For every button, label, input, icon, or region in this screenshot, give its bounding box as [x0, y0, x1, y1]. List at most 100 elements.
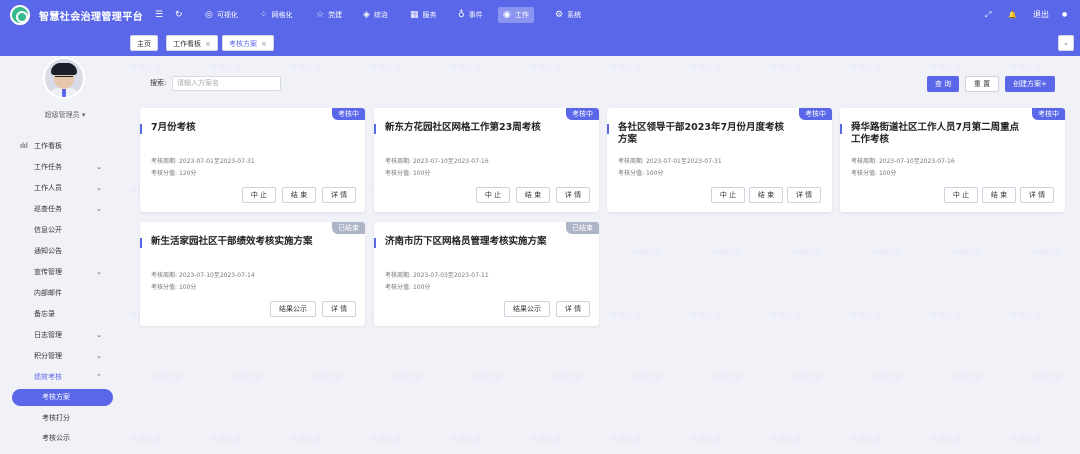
card-score: 考核分值: 100分	[151, 282, 196, 291]
sidebar-item-info-public[interactable]: 信息公开	[0, 220, 130, 240]
close-icon[interactable]: ×	[261, 40, 267, 48]
nav-party[interactable]: ☆ 党建	[311, 7, 347, 23]
score-value: 100分	[645, 170, 664, 177]
watermark-text: 齐普信息	[610, 311, 642, 320]
query-button[interactable]: 查 询	[927, 76, 959, 92]
stop-button[interactable]: 中 止	[242, 187, 276, 203]
user-avatar[interactable]	[43, 57, 85, 99]
sidebar-item-memo[interactable]: 备忘录	[0, 304, 130, 324]
details-button[interactable]: 详 情	[787, 187, 821, 203]
sidebar-item-notices[interactable]: 通知公告	[0, 241, 130, 261]
sidebar-item-work-board[interactable]: ılıl 工作看板	[0, 136, 130, 156]
nav-grid[interactable]: ⁘ 网格化	[255, 7, 298, 23]
finish-button[interactable]: 结 束	[516, 187, 550, 203]
location-icon: ♁	[458, 10, 465, 20]
nav-events[interactable]: ♁ 事件	[453, 7, 488, 23]
sidebar-item-work-tasks[interactable]: 工作任务 ⌄	[0, 157, 130, 177]
stop-button[interactable]: 中 止	[711, 187, 745, 203]
watermark-text: 齐普信息	[950, 373, 982, 382]
stop-button[interactable]: 中 止	[944, 187, 978, 203]
sidebar-item-publicity[interactable]: 宣传管理 ⌄	[0, 262, 130, 282]
nav-label: 系统	[567, 11, 582, 19]
watermark-text: 齐普信息	[530, 435, 562, 444]
user-menu-icon[interactable]: ●	[1062, 9, 1067, 21]
stop-button[interactable]: 中 止	[476, 187, 510, 203]
period-value: 2023-07-01至2023-07-31	[178, 158, 255, 165]
card-score: 考核分值: 100分	[385, 282, 430, 291]
sidebar-item-assessment-publicity[interactable]: 考核公示	[0, 428, 130, 448]
plan-card: 考核中 新东方花园社区网格工作第23周考核 考核周期: 2023-07-10至2…	[374, 108, 599, 212]
score-value: 120分	[178, 170, 197, 177]
tab-assessment-plan[interactable]: 考核方案 ×	[222, 35, 274, 51]
card-title: 舜华路街道社区工作人员7月第二周重点工作考核	[851, 122, 1020, 145]
sidebar-item-internal-mail[interactable]: 内部邮件	[0, 283, 130, 303]
watermark-text: 齐普信息	[690, 311, 722, 320]
nav-governance[interactable]: ◈ 综治	[358, 7, 393, 23]
sidebar-item-logs[interactable]: 日志管理 ⌄	[0, 325, 130, 345]
user-name[interactable]: 超级管理员 ▾	[0, 110, 130, 120]
details-button[interactable]: 详 情	[556, 187, 590, 203]
refresh-icon[interactable]: ↻	[175, 9, 183, 21]
sidebar-item-performance[interactable]: 绩效考核 ⌃	[0, 367, 130, 387]
sidebar-item-assessment-plan[interactable]: 考核方案	[12, 389, 113, 406]
sidebar-item-points[interactable]: 积分管理 ⌄	[0, 346, 130, 366]
finish-button[interactable]: 结 束	[982, 187, 1016, 203]
menu-toggle-icon[interactable]: ☰	[155, 9, 163, 21]
sidebar-item-label: 积分管理	[34, 352, 62, 360]
status-badge: 考核中	[332, 108, 365, 120]
details-button[interactable]: 详 情	[1020, 187, 1054, 203]
card-accent-bar	[840, 124, 842, 134]
create-plan-button[interactable]: 创建方案+	[1005, 76, 1055, 92]
sidebar-item-patrol[interactable]: 巡查任务 ⌄	[0, 199, 130, 219]
finish-button[interactable]: 结 束	[282, 187, 316, 203]
nav-service[interactable]: ▦ 服务	[405, 7, 442, 23]
search-input[interactable]: 请输入方案名	[172, 76, 281, 91]
watermark-text: 齐普信息	[790, 249, 822, 258]
details-button[interactable]: 详 情	[556, 301, 590, 317]
dashboard-icon: ◎	[205, 10, 213, 20]
watermark-text: 齐普信息	[950, 249, 982, 258]
sidebar-item-staff[interactable]: 工作人员 ⌄	[0, 178, 130, 198]
reset-button[interactable]: 重 置	[965, 76, 999, 92]
nav-system[interactable]: ⚙ 系统	[550, 7, 586, 23]
tabs-dropdown-button[interactable]: ⌄	[1058, 35, 1074, 51]
sidebar-item-label: 信息公开	[34, 226, 62, 234]
tab-home[interactable]: 主页	[130, 35, 158, 51]
card-period: 考核周期: 2023-07-03至2023-07-11	[385, 270, 489, 279]
watermark-text: 齐普信息	[690, 435, 722, 444]
nav-work[interactable]: ◉ 工作	[498, 7, 534, 23]
finish-button[interactable]: 结 束	[749, 187, 783, 203]
logout-link[interactable]: 退出	[1033, 9, 1049, 21]
fullscreen-icon[interactable]: ⤢	[985, 9, 991, 21]
sidebar-item-label: 绩效考核	[34, 373, 62, 381]
nav-visualization[interactable]: ◎ 可视化	[200, 7, 243, 23]
publish-result-button[interactable]: 结果公示	[504, 301, 550, 317]
card-accent-bar	[374, 238, 376, 248]
status-badge: 已结束	[332, 222, 365, 234]
card-title: 7月份考核	[151, 122, 196, 133]
details-button[interactable]: 详 情	[322, 187, 356, 203]
close-icon[interactable]: ×	[205, 40, 211, 48]
watermark-text: 齐普信息	[150, 373, 182, 382]
shield-icon: ◈	[363, 10, 370, 20]
publish-result-button[interactable]: 结果公示	[270, 301, 316, 317]
nav-label: 网格化	[271, 11, 293, 19]
nav-label: 综治	[373, 11, 388, 19]
settings-icon: ⚙	[555, 10, 564, 20]
plan-card: 考核中 舜华路街道社区工作人员7月第二周重点工作考核 考核周期: 2023-07…	[840, 108, 1065, 212]
plan-card: 已结束 济南市历下区网格员管理考核实施方案 考核周期: 2023-07-03至2…	[374, 222, 599, 326]
app-logo	[10, 5, 30, 25]
watermark-text: 齐普信息	[370, 435, 402, 444]
period-label: 考核周期:	[385, 158, 412, 165]
card-accent-bar	[140, 124, 142, 134]
period-value: 2023-07-01至2023-07-31	[645, 158, 722, 165]
sidebar-item-assessment-scoring[interactable]: 考核打分	[0, 408, 130, 428]
score-value: 100分	[878, 170, 897, 177]
details-button[interactable]: 详 情	[322, 301, 356, 317]
period-label: 考核周期:	[151, 272, 178, 279]
watermark-text: 齐普信息	[610, 63, 642, 72]
tab-work-board[interactable]: 工作看板 ×	[166, 35, 218, 51]
sidebar-header-band	[0, 30, 130, 56]
period-value: 2023-07-10至2023-07-16	[878, 158, 955, 165]
bell-icon[interactable]: 🔔	[1008, 9, 1017, 21]
